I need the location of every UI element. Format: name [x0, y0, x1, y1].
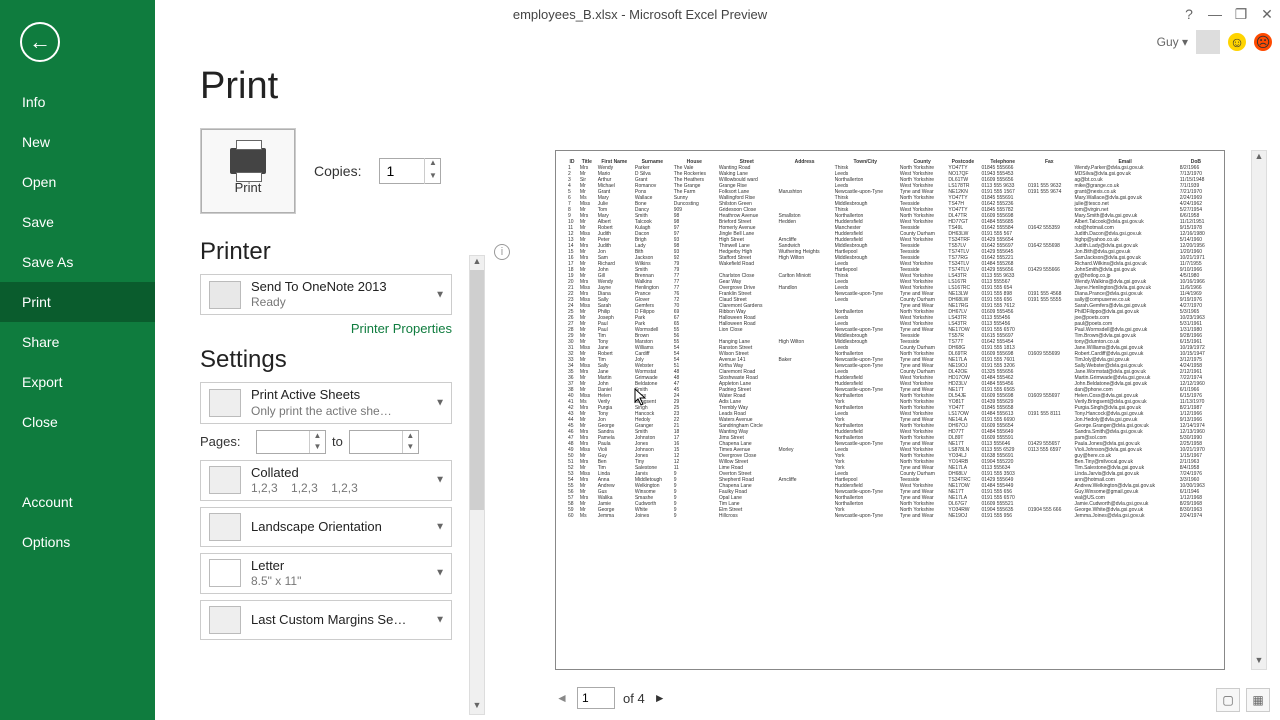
collated-title: Collated — [251, 465, 358, 481]
pages-to-field[interactable] — [350, 431, 402, 453]
page-title: Print — [200, 65, 510, 108]
print-scope-dropdown[interactable]: Print Active Sheets Only print the activ… — [200, 382, 452, 423]
titlebar: employees_B.xlsx - Microsoft Excel Previ… — [0, 0, 1280, 28]
user-bar: Guy ▾ ☺ ☹ — [1157, 30, 1272, 54]
page-number-input[interactable] — [577, 687, 615, 709]
user-name[interactable]: Guy ▾ — [1157, 35, 1188, 49]
print-backstage: Print Print Copies: ▲▼ Printer i Send To… — [155, 55, 1280, 720]
show-margins-icon[interactable]: ▦ — [1246, 688, 1270, 712]
print-button[interactable]: Print — [200, 128, 296, 214]
nav-item-close[interactable]: Close — [0, 402, 155, 442]
printer-status: Ready — [251, 295, 387, 310]
nav-item-save-as[interactable]: Save As — [0, 242, 155, 282]
printer-name: Send To OneNote 2013 — [251, 279, 387, 295]
pages-to-input[interactable]: ▲▼ — [349, 430, 419, 454]
orientation-title: Landscape Orientation — [251, 519, 382, 535]
orientation-icon — [209, 513, 241, 541]
nav-item-new[interactable]: New — [0, 122, 155, 162]
pages-from-field[interactable] — [257, 431, 309, 453]
sad-face-icon[interactable]: ☹ — [1254, 33, 1272, 51]
chevron-down-icon: ▼ — [435, 615, 445, 626]
chevron-down-icon: ▼ — [435, 475, 445, 486]
nav-item-share[interactable]: Share — [0, 322, 155, 362]
print-button-label: Print — [235, 180, 262, 195]
next-page-icon[interactable]: ► — [653, 691, 667, 705]
avatar[interactable] — [1196, 30, 1220, 54]
margins-title: Last Custom Margins Se… — [251, 612, 406, 628]
nav-item-options[interactable]: Options — [0, 522, 155, 562]
sheets-icon — [209, 389, 241, 417]
scroll-down-icon[interactable]: ▼ — [470, 700, 484, 714]
copies-field[interactable] — [380, 163, 424, 179]
pages-to-label: to — [332, 434, 343, 449]
collate-icon — [209, 466, 241, 494]
scroll-up-icon[interactable]: ▲ — [470, 256, 484, 270]
paper-icon — [209, 559, 241, 587]
page-of-label: of 4 — [623, 691, 645, 706]
help-icon[interactable]: ? — [1182, 7, 1196, 21]
scroll-down-icon[interactable]: ▼ — [1252, 655, 1266, 669]
printer-properties-link[interactable]: Printer Properties — [200, 321, 452, 336]
zoom-to-page-icon[interactable]: ▢ — [1216, 688, 1240, 712]
paper-size-dropdown[interactable]: Letter 8.5" x 11" ▼ — [200, 553, 452, 594]
restore-icon[interactable]: ❐ — [1234, 7, 1248, 21]
page-navigator: ◄ of 4 ► — [555, 687, 667, 709]
copies-up-icon[interactable]: ▲ — [424, 158, 440, 171]
nav-item-print[interactable]: Print — [0, 282, 155, 322]
chevron-down-icon: ▼ — [435, 568, 445, 579]
backstage-nav: ← InfoNewOpenSaveSave AsPrintShareExport… — [0, 0, 155, 720]
scroll-thumb[interactable] — [470, 270, 484, 510]
margins-icon — [209, 606, 241, 634]
paper-sub: 8.5" x 11" — [251, 574, 301, 589]
paper-title: Letter — [251, 558, 301, 574]
back-button[interactable]: ← — [20, 22, 60, 62]
close-icon[interactable]: ✕ — [1260, 7, 1274, 21]
copies-down-icon[interactable]: ▼ — [424, 171, 440, 184]
preview-scrollbar[interactable]: ▲ ▼ — [1251, 150, 1267, 670]
nav-item-account[interactable]: Account — [0, 482, 155, 522]
copies-input[interactable]: ▲▼ — [379, 158, 441, 184]
happy-face-icon[interactable]: ☺ — [1228, 33, 1246, 51]
orientation-dropdown[interactable]: Landscape Orientation ▼ — [200, 507, 452, 547]
nav-item-export[interactable]: Export — [0, 362, 155, 402]
print-preview: IDTitleFirst NameSurnameHouseStreetAddre… — [555, 150, 1255, 710]
pages-label: Pages: — [200, 434, 250, 449]
preview-page: IDTitleFirst NameSurnameHouseStreetAddre… — [555, 150, 1225, 670]
window-title: employees_B.xlsx - Microsoft Excel Previ… — [513, 7, 767, 22]
nav-item-info[interactable]: Info — [0, 82, 155, 122]
printer-heading: Printer — [200, 238, 271, 266]
collation-dropdown[interactable]: Collated 1,2,3 1,2,3 1,2,3 ▼ — [200, 460, 452, 501]
prev-page-icon[interactable]: ◄ — [555, 691, 569, 705]
scope-title: Print Active Sheets — [251, 387, 392, 403]
scope-sub: Only print the active she… — [251, 404, 392, 419]
nav-item-open[interactable]: Open — [0, 162, 155, 202]
printer-icon — [230, 148, 266, 174]
copies-label: Copies: — [314, 163, 361, 179]
nav-item-save[interactable]: Save — [0, 202, 155, 242]
chevron-down-icon: ▼ — [435, 397, 445, 408]
chevron-down-icon: ▼ — [435, 521, 445, 532]
margins-dropdown[interactable]: Last Custom Margins Se… ▼ — [200, 600, 452, 640]
minimize-icon[interactable]: — — [1208, 7, 1222, 21]
settings-heading: Settings — [200, 346, 287, 374]
settings-scrollbar[interactable]: ▲ ▼ — [469, 255, 485, 715]
scroll-up-icon[interactable]: ▲ — [1252, 151, 1266, 165]
back-arrow-icon: ← — [29, 29, 51, 55]
printer-dropdown[interactable]: Send To OneNote 2013 Ready ▼ — [200, 274, 452, 315]
printer-device-icon — [209, 281, 241, 309]
pages-from-input[interactable]: ▲▼ — [256, 430, 326, 454]
chevron-down-icon: ▼ — [435, 289, 445, 300]
printer-info-icon[interactable]: i — [494, 244, 510, 260]
mouse-cursor — [634, 388, 648, 406]
zoom-controls: ▢ ▦ — [1216, 688, 1270, 712]
